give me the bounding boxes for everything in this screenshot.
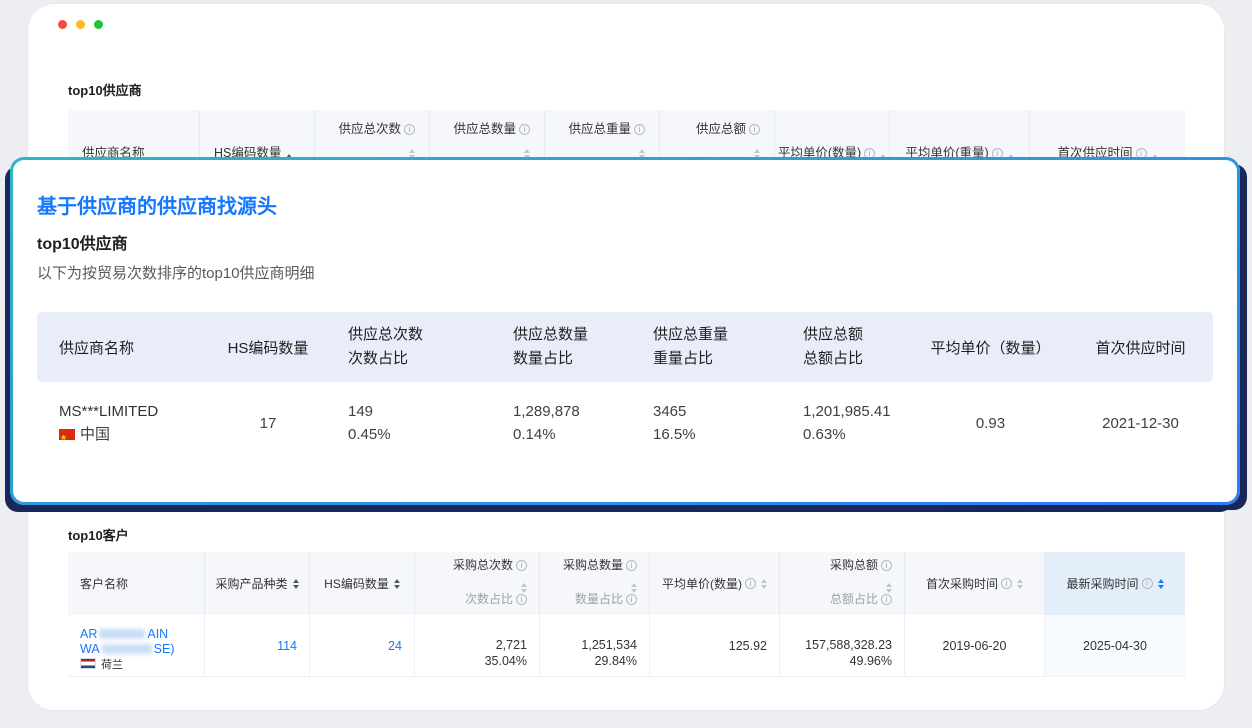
info-icon[interactable] <box>1142 578 1153 589</box>
panel-supplier-table: 供应商名称 HS编码数量 供应总次数次数占比 供应总数量数量占比 供应总重量重量… <box>37 312 1213 446</box>
col-supply-weight: 供应总重量重量占比 <box>643 312 793 382</box>
supplier-source-panel: 基于供应商的供应商找源头 top10供应商 以下为按贸易次数排序的top10供应… <box>13 160 1237 502</box>
info-icon[interactable] <box>749 124 760 135</box>
customer-table-row: ARAIN WASE) 荷兰 114 24 2,72135.04% 1,251,… <box>68 615 1185 677</box>
info-icon[interactable] <box>745 578 756 589</box>
col-avg-price-qty: 平均单价（数量） <box>913 312 1068 382</box>
info-icon[interactable] <box>881 594 892 605</box>
sort-icon[interactable] <box>293 579 299 589</box>
supply-times-cell: 1490.45% <box>338 400 503 446</box>
info-icon[interactable] <box>519 124 530 135</box>
col-customer-name: 客户名称 <box>68 552 205 615</box>
info-icon[interactable] <box>626 594 637 605</box>
customer-table: 客户名称 采购产品种类 HS编码数量 采购总次数 次数占比 采购总数量 数量占比 <box>68 552 1185 677</box>
col-hs-code-count[interactable]: HS编码数量 <box>310 552 415 615</box>
info-icon[interactable] <box>516 594 527 605</box>
redaction-blur <box>102 644 152 654</box>
col-avg-price-qty[interactable]: 平均单价(数量) <box>650 552 780 615</box>
highlight-panel: 基于供应商的供应商找源头 top10供应商 以下为按贸易次数排序的top10供应… <box>10 157 1240 505</box>
info-icon[interactable] <box>516 560 527 571</box>
first-purchase-date-cell: 2019-06-20 <box>905 615 1045 676</box>
window-controls <box>58 20 103 29</box>
supply-quantity-cell: 1,289,8780.14% <box>503 400 643 446</box>
col-supply-quantity: 供应总数量数量占比 <box>503 312 643 382</box>
customer-table-header: 客户名称 采购产品种类 HS编码数量 采购总次数 次数占比 采购总数量 数量占比 <box>68 552 1185 615</box>
hs-code-count-cell[interactable]: 24 <box>310 615 415 676</box>
purchase-times-cell: 2,72135.04% <box>415 615 540 676</box>
info-icon[interactable] <box>1001 578 1012 589</box>
latest-purchase-date-cell: 2025-04-30 <box>1045 615 1185 676</box>
col-supply-amount: 供应总额总额占比 <box>793 312 913 382</box>
info-icon[interactable] <box>881 560 892 571</box>
panel-description: 以下为按贸易次数排序的top10供应商明细 <box>37 262 315 283</box>
info-icon[interactable] <box>404 124 415 135</box>
supply-amount-cell: 1,201,985.410.63% <box>793 400 913 446</box>
first-supply-date-cell: 2021-12-30 <box>1068 400 1213 446</box>
purchase-quantity-cell: 1,251,53429.84% <box>540 615 650 676</box>
panel-title: 基于供应商的供应商找源头 <box>37 190 277 219</box>
avg-price-cell: 0.93 <box>913 400 1068 446</box>
maximize-window-button[interactable] <box>94 20 103 29</box>
col-supplier-name: 供应商名称 <box>37 312 198 382</box>
col-supply-times: 供应总次数次数占比 <box>338 312 503 382</box>
customer-name-link[interactable]: ARAIN WASE) <box>80 627 175 656</box>
supplier-table-title: top10供应商 <box>68 80 142 99</box>
info-icon[interactable] <box>634 124 645 135</box>
info-icon[interactable] <box>626 560 637 571</box>
panel-table-header: 供应商名称 HS编码数量 供应总次数次数占比 供应总数量数量占比 供应总重量重量… <box>37 312 1213 382</box>
col-first-purchase-date[interactable]: 首次采购时间 <box>905 552 1045 615</box>
close-window-button[interactable] <box>58 20 67 29</box>
page: top10供应商 供应商名称 HS编码数量 供应总次数 次数占比 供应总数量 数… <box>0 0 1252 728</box>
col-hs-code-count: HS编码数量 <box>198 312 338 382</box>
panel-subtitle: top10供应商 <box>37 230 128 254</box>
customer-country: 荷兰 <box>80 659 123 671</box>
col-purchase-quantity[interactable]: 采购总数量 数量占比 <box>540 552 650 615</box>
redaction-blur <box>99 629 145 639</box>
minimize-window-button[interactable] <box>76 20 85 29</box>
purchase-amount-cell: 157,588,328.2349.96% <box>780 615 905 676</box>
col-product-types[interactable]: 采购产品种类 <box>205 552 310 615</box>
sort-icon[interactable] <box>1017 579 1023 589</box>
supply-weight-cell: 346516.5% <box>643 400 793 446</box>
sort-icon[interactable] <box>761 579 767 589</box>
col-first-supply-date: 首次供应时间 <box>1068 312 1213 382</box>
col-latest-purchase-date[interactable]: 最新采购时间 <box>1045 552 1185 615</box>
netherlands-flag-icon <box>80 658 96 669</box>
sort-icon-active[interactable] <box>1158 579 1164 589</box>
china-flag-icon <box>59 429 75 440</box>
hs-code-count-cell: 17 <box>198 400 338 446</box>
customer-table-title: top10客户 <box>68 525 129 544</box>
sort-icon[interactable] <box>394 579 400 589</box>
avg-price-cell: 125.92 <box>650 615 780 676</box>
supplier-country: 中国 <box>59 426 110 443</box>
panel-table-row: MS***LIMITED 中国 17 1490.45% 1,289,8780.1… <box>37 400 1213 446</box>
supplier-name-cell: MS***LIMITED 中国 <box>37 400 198 446</box>
col-purchase-amount[interactable]: 采购总额 总额占比 <box>780 552 905 615</box>
col-purchase-times[interactable]: 采购总次数 次数占比 <box>415 552 540 615</box>
customer-name-cell[interactable]: ARAIN WASE) 荷兰 <box>68 615 205 676</box>
product-types-cell[interactable]: 114 <box>205 615 310 676</box>
